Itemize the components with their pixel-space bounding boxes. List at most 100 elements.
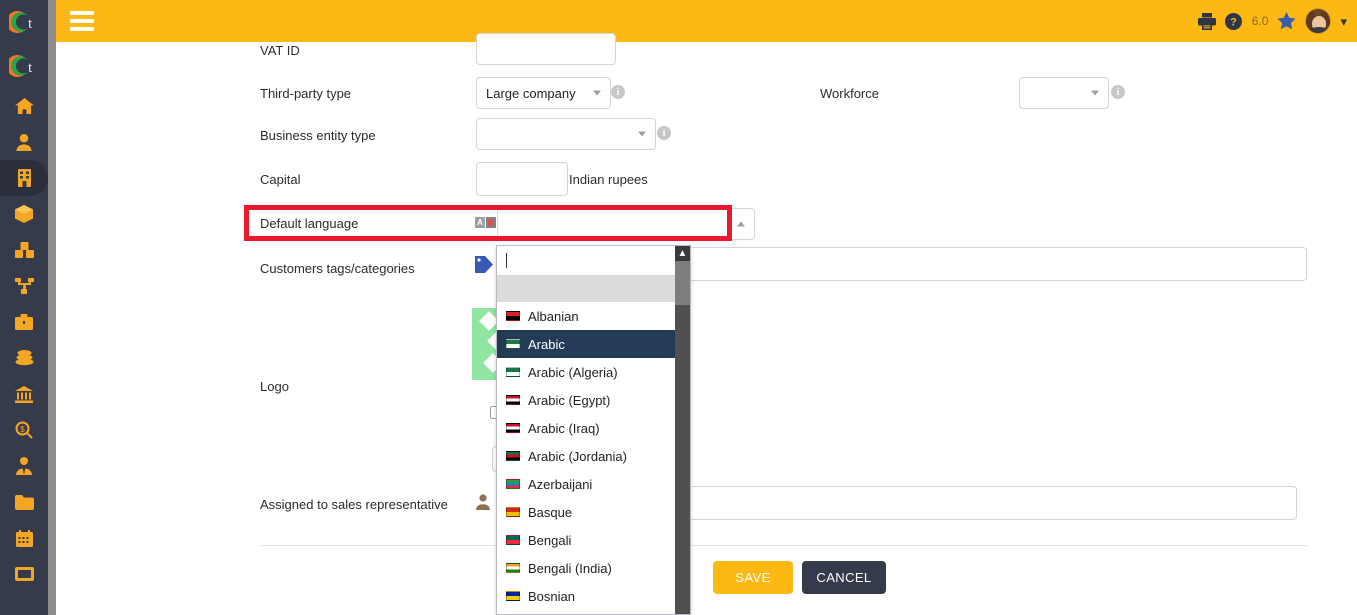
sidebar-item-commercial[interactable]: [0, 304, 48, 340]
chevron-down-icon: [1091, 90, 1099, 96]
language-option-label: Basque: [528, 504, 573, 520]
cancel-button[interactable]: CANCEL: [802, 561, 886, 594]
hamburger-icon[interactable]: [70, 11, 94, 31]
logo-label: Logo: [260, 379, 289, 394]
vat-id-input[interactable]: [476, 33, 616, 65]
folder-icon: [14, 494, 34, 510]
translate-icon-letter: A: [475, 217, 485, 228]
chevron-down-icon: [638, 131, 646, 137]
language-option[interactable]: Arabic (Iraq): [497, 414, 690, 442]
sidebar-item-accounting[interactable]: $: [0, 412, 48, 448]
language-option-label: Bengali (India): [528, 560, 612, 576]
company-building-icon: [17, 169, 32, 187]
translate-icon-flag: [486, 217, 496, 228]
version-label: 6.0: [1251, 14, 1269, 28]
capital-unit-label: Indian rupees: [569, 172, 648, 187]
sidebar-logo-secondary[interactable]: t: [0, 44, 48, 88]
sidebar-item-projects[interactable]: [0, 268, 48, 304]
sidebar-item-agenda[interactable]: [0, 520, 48, 556]
sidebar-item-members[interactable]: [0, 124, 48, 160]
default-language-label: Default language: [260, 216, 359, 231]
customers-tags-label: Customers tags/categories: [260, 261, 415, 276]
language-option[interactable]: Azerbaijani: [497, 470, 690, 498]
capital-label: Capital: [260, 172, 301, 187]
sidebar-item-bank[interactable]: [0, 376, 48, 412]
language-option[interactable]: Arabic (Algeria): [497, 358, 690, 386]
chevron-up-icon: [737, 221, 745, 227]
sidebar-item-documents[interactable]: [0, 484, 48, 520]
svg-text:t: t: [28, 60, 33, 76]
flag-icon: [506, 423, 520, 433]
language-option-label: Arabic (Iraq): [528, 420, 600, 436]
flag-icon: [506, 591, 520, 601]
avatar[interactable]: [1305, 8, 1332, 34]
language-option[interactable]: Basque: [497, 498, 690, 526]
box-icon: [15, 205, 33, 223]
language-option[interactable]: Bosnian: [497, 582, 690, 610]
sitemap-icon: [14, 278, 34, 294]
workforce-select[interactable]: [1019, 77, 1109, 109]
language-option[interactable]: Arabic (Jordania): [497, 442, 690, 470]
sidebar-scrollbar[interactable]: [48, 0, 56, 615]
sidebar-item-billing[interactable]: [0, 340, 48, 376]
language-option[interactable]: Albanian: [497, 302, 690, 330]
language-dropdown-panel[interactable]: Albanian Arabic Arabic (Algeria) Arabic (Eg…: [496, 245, 691, 615]
sidebar-scrollbar-thumb[interactable]: [48, 0, 56, 523]
business-entity-type-select[interactable]: [476, 118, 656, 150]
text-cursor: [506, 253, 507, 268]
sidebar-item-stocks[interactable]: [0, 232, 48, 268]
save-button[interactable]: SAVE: [713, 561, 793, 594]
flag-icon: [506, 535, 520, 545]
brand-logo-icon: t: [9, 11, 39, 33]
business-entity-type-label: Business entity type: [260, 128, 376, 143]
sidebar-item-third-parties[interactable]: [0, 160, 48, 196]
language-option-label: Arabic (Algeria): [528, 364, 618, 380]
language-option[interactable]: Bengali: [497, 526, 690, 554]
calendar-icon: [15, 529, 33, 547]
third-party-type-select[interactable]: Large company: [476, 77, 611, 109]
language-option-label: Azerbaijani: [528, 476, 593, 492]
flag-icon: [506, 479, 520, 489]
help-circle-icon[interactable]: ?: [1224, 12, 1242, 30]
capital-input[interactable]: [476, 162, 568, 196]
printer-icon[interactable]: [1197, 12, 1216, 30]
language-option[interactable]: Arabic (Egypt): [497, 386, 690, 414]
language-search-input[interactable]: [497, 246, 690, 276]
flag-icon: [506, 395, 520, 405]
chevron-down-icon[interactable]: ▾: [1340, 15, 1347, 28]
language-option[interactable]: Bengali (India): [497, 554, 690, 582]
app-window: t t $ ? 6.0 ▾ VAT ID Third-party type La…: [0, 0, 1357, 615]
flag-icon: [506, 507, 520, 517]
sidebar-item-home[interactable]: [0, 88, 48, 124]
language-option[interactable]: Arabic: [497, 330, 690, 358]
sidebar-item-products[interactable]: [0, 196, 48, 232]
sidebar-item-tickets[interactable]: [0, 556, 48, 592]
vat-id-label: VAT ID: [260, 43, 300, 58]
sidebar-item-hrm[interactable]: [0, 448, 48, 484]
workforce-info-icon[interactable]: i: [1111, 85, 1125, 99]
assigned-sales-rep-label: Assigned to sales representative: [260, 497, 448, 512]
language-option-blank[interactable]: [497, 276, 690, 302]
flag-icon: [506, 451, 520, 461]
svg-text:?: ?: [1230, 16, 1237, 28]
business-entity-type-info-icon[interactable]: i: [657, 126, 671, 140]
coins-icon: [15, 350, 34, 366]
search-money-icon: $: [15, 421, 33, 439]
person-icon: [476, 494, 490, 510]
translate-icon[interactable]: A: [475, 217, 497, 228]
main-content: VAT ID Third-party type Large company i …: [56, 33, 1357, 615]
sidebar-logo-primary[interactable]: t: [0, 0, 48, 44]
boxes-stack-icon: [14, 242, 34, 258]
form-divider: [260, 545, 1307, 546]
language-options-list[interactable]: Albanian Arabic Arabic (Algeria) Arabic (Eg…: [497, 276, 690, 610]
third-party-type-info-icon[interactable]: i: [611, 85, 625, 99]
language-option-label: Bengali: [528, 532, 572, 548]
language-dropdown-scrollbar[interactable]: ▲: [675, 246, 690, 614]
language-option-label: Arabic: [528, 336, 565, 352]
default-language-select[interactable]: [497, 208, 755, 240]
language-dropdown-scrollbar-thumb[interactable]: [675, 261, 690, 305]
chevron-up-icon[interactable]: ▲: [675, 246, 690, 261]
star-icon[interactable]: [1277, 12, 1297, 30]
flag-icon: [506, 339, 520, 349]
flag-icon: [506, 563, 520, 573]
